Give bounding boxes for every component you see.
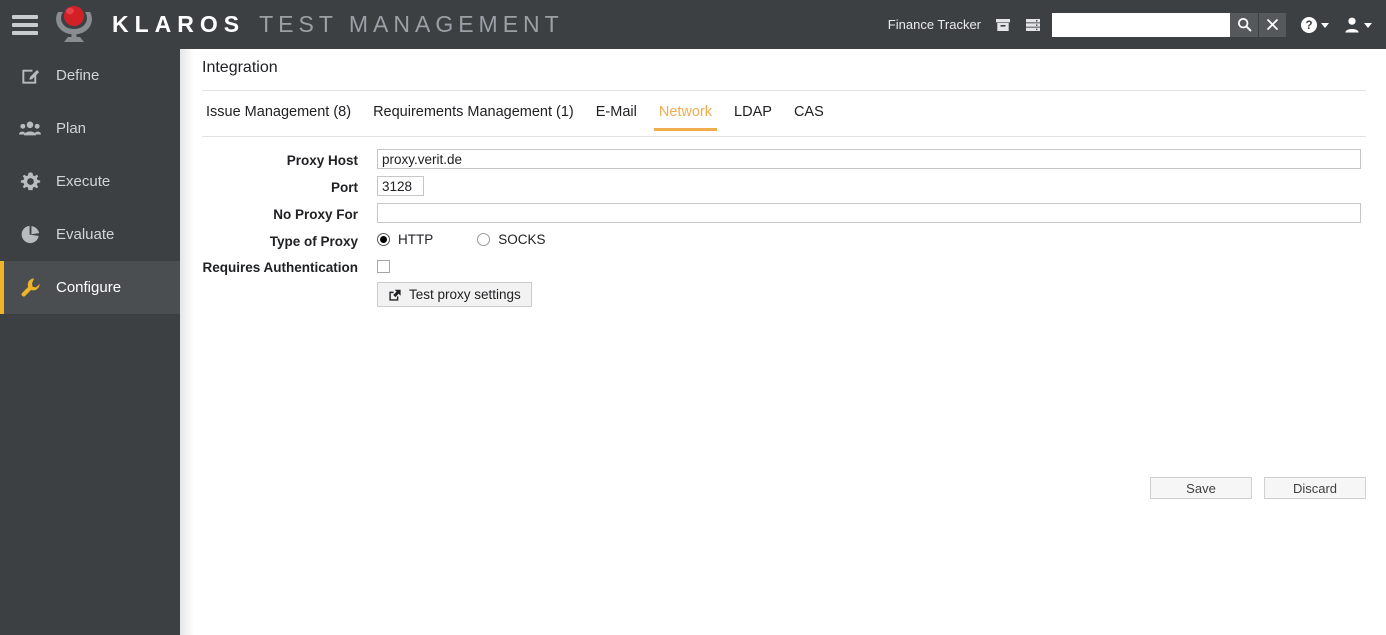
type-of-proxy-row: Type of Proxy HTTP SOCKS [180,230,1386,249]
proxy-type-radio-group: HTTP SOCKS [377,230,546,247]
no-proxy-for-row: No Proxy For [180,203,1386,223]
help-circle-icon: ? [1300,16,1318,34]
brand-title: KLAROS TEST MANAGEMENT [112,11,564,38]
main-content: Integration Issue Management (8) Require… [180,49,1386,635]
hamburger-menu-icon[interactable] [12,15,38,35]
proxy-host-input[interactable] [377,149,1361,169]
chevron-down-icon [1321,23,1329,28]
requires-authentication-checkbox[interactable] [377,260,390,273]
search-icon[interactable] [1230,13,1258,37]
port-row: Port [180,176,1386,196]
sidebar-item-label: Configure [56,279,121,296]
port-label: Port [180,176,358,195]
archive-box-icon[interactable] [992,13,1014,37]
radio-option-socks[interactable]: SOCKS [477,232,545,247]
radio-option-http[interactable]: HTTP [377,232,433,247]
type-of-proxy-label: Type of Proxy [180,230,358,249]
chevron-down-icon [1364,23,1372,28]
tab-requirements-management[interactable]: Requirements Management (1) [362,104,585,130]
gear-cog-icon [18,170,42,194]
user-person-icon [1343,16,1361,34]
help-menu[interactable]: ? [1300,16,1329,34]
radio-http-label: HTTP [398,232,433,247]
requires-authentication-row: Requires Authentication [180,256,1386,275]
integration-tabs: Issue Management (8) Requirements Manage… [202,104,1366,137]
svg-text:?: ? [1305,20,1312,32]
discard-button[interactable]: Discard [1264,477,1366,499]
brand-tagline: TEST MANAGEMENT [259,11,564,38]
app-header: KLAROS TEST MANAGEMENT Finance Tracker [0,0,1386,49]
tab-cas[interactable]: CAS [783,104,835,130]
sidebar-item-evaluate[interactable]: Evaluate [0,208,180,261]
external-link-share-icon [388,288,402,302]
page-title: Integration [202,59,278,77]
pie-chart-icon [18,223,42,247]
tab-email[interactable]: E-Mail [585,104,648,130]
network-proxy-form: Proxy Host Port No Proxy For Type of Pro… [180,149,1386,314]
edit-pencil-square-icon [18,64,42,88]
search-box [1052,13,1286,37]
wrench-icon [18,276,42,300]
proxy-host-row: Proxy Host [180,149,1386,169]
test-proxy-row: Test proxy settings [180,282,1386,307]
sidebar-item-label: Evaluate [56,226,114,243]
form-action-bar: Save Discard [180,477,1366,499]
save-button[interactable]: Save [1150,477,1252,499]
server-stack-icon[interactable] [1022,13,1044,37]
user-menu[interactable] [1343,16,1372,34]
port-input[interactable] [377,176,424,196]
no-proxy-for-input[interactable] [377,203,1361,223]
sidebar-item-execute[interactable]: Execute [0,155,180,208]
sidebar-item-label: Define [56,67,99,84]
sidebar-item-configure[interactable]: Configure [0,261,180,314]
tab-ldap[interactable]: LDAP [723,104,783,130]
test-proxy-settings-label: Test proxy settings [409,287,521,302]
sidebar-item-define[interactable]: Define [0,49,180,102]
header-right-controls: Finance Tracker [888,13,1372,37]
radio-socks-label: SOCKS [498,232,545,247]
tab-network[interactable]: Network [648,104,723,130]
radio-socks-icon [477,233,490,246]
tab-issue-management[interactable]: Issue Management (8) [202,104,362,130]
radio-http-icon [377,233,390,246]
sidebar-nav: Define Plan Execute [0,49,180,635]
brand-name: KLAROS [112,11,245,38]
close-x-icon[interactable] [1258,13,1286,37]
test-proxy-settings-button[interactable]: Test proxy settings [377,282,532,307]
requires-authentication-label: Requires Authentication [180,256,358,275]
title-divider [202,90,1366,91]
sidebar-item-plan[interactable]: Plan [0,102,180,155]
users-group-icon [18,117,42,141]
search-input[interactable] [1052,13,1230,37]
no-proxy-for-label: No Proxy For [180,203,358,222]
proxy-host-label: Proxy Host [180,149,358,168]
sidebar-item-label: Plan [56,120,86,137]
sidebar-item-label: Execute [56,173,110,190]
klaros-logo-icon [52,4,96,46]
current-project-label: Finance Tracker [888,17,981,32]
